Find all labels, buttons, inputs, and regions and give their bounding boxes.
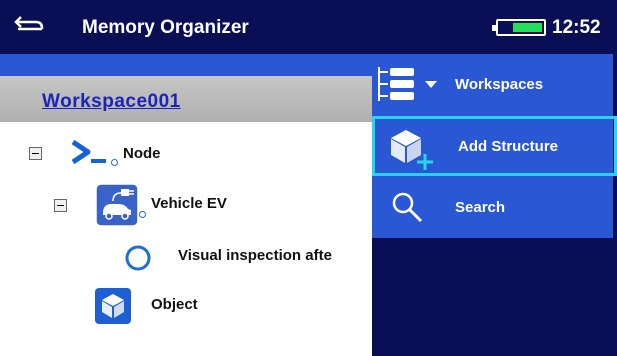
- workspace-name[interactable]: Workspace001: [42, 91, 181, 113]
- prompt-icon: [71, 139, 106, 165]
- menu-item-add-structure[interactable]: Add Structure: [372, 116, 617, 176]
- memory-organizer-screen: Memory Organizer 12:52 Workspace001 Node…: [0, 0, 617, 356]
- menu-empty-area: [372, 238, 617, 356]
- menu-item-search[interactable]: Search: [372, 176, 617, 238]
- back-arrow-icon: [14, 16, 44, 31]
- page-title: Memory Organizer: [82, 17, 249, 38]
- tree-item-label[interactable]: Node: [123, 145, 161, 162]
- clock: 12:52: [552, 17, 601, 38]
- battery-level-fill: [513, 23, 542, 32]
- node-dot-icon: [139, 211, 146, 218]
- collapse-toggle-vehicle-ev[interactable]: [54, 199, 67, 212]
- object-cube-icon: [95, 288, 131, 324]
- header-bar: Memory Organizer 12:52: [0, 0, 617, 54]
- vehicle-ev-icon: [95, 183, 139, 227]
- tree-item-label[interactable]: Vehicle EV: [151, 195, 227, 212]
- menu-item-label: Search: [455, 199, 506, 216]
- tree-item-label[interactable]: Object: [151, 296, 198, 313]
- search-icon: [392, 192, 423, 223]
- collapse-toggle-node[interactable]: [29, 147, 42, 160]
- workspaces-icon: [378, 67, 437, 101]
- back-button[interactable]: [12, 10, 46, 44]
- add-structure-icon: [391, 130, 433, 170]
- top-strip: [0, 54, 372, 76]
- battery-icon: [492, 19, 546, 36]
- tree-item-label[interactable]: Visual inspection afte: [178, 247, 372, 264]
- menu-item-workspaces[interactable]: Workspaces: [372, 54, 617, 116]
- status-circle-icon: [125, 245, 151, 271]
- node-dot-icon: [111, 159, 118, 166]
- menu-item-label: Workspaces: [455, 76, 544, 93]
- menu-item-label: Add Structure: [458, 138, 559, 155]
